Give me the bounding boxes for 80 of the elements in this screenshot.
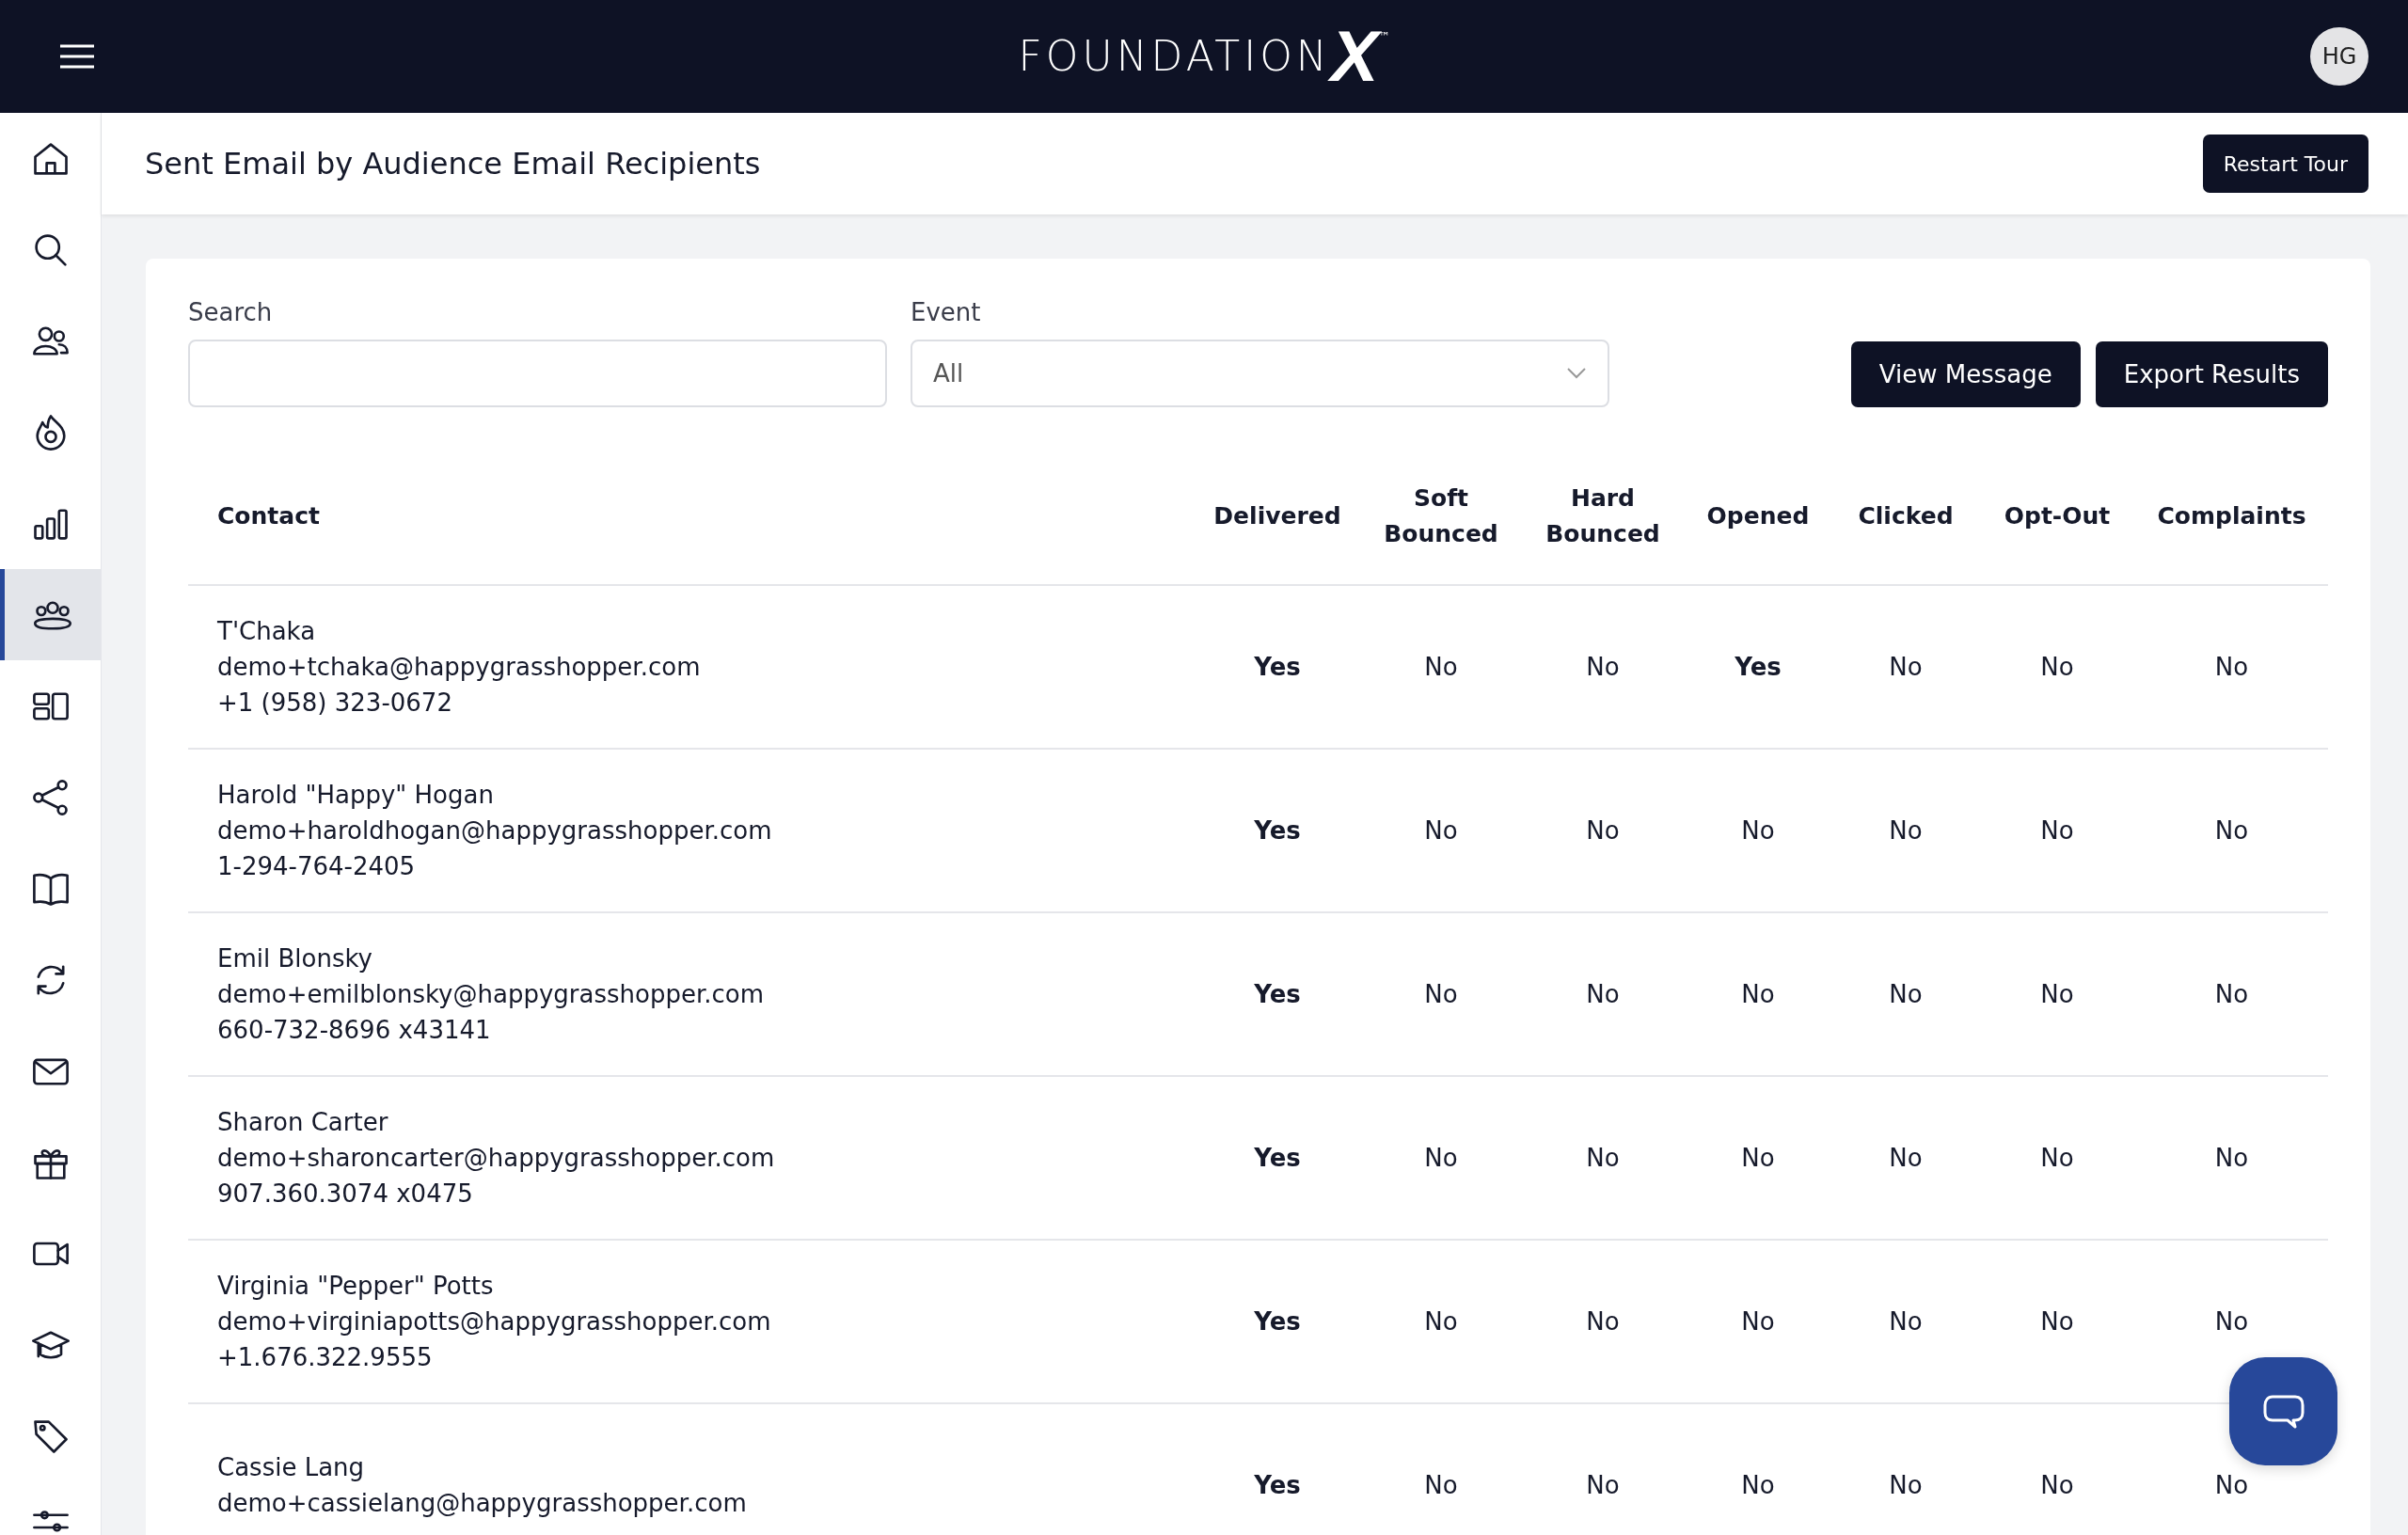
- table-cell-text: No: [1423, 1471, 1459, 1499]
- contact-name: Sharon Carter: [217, 1107, 389, 1138]
- action-button[interactable]: Export Results: [2095, 341, 2328, 407]
- contact-phone: +1 (958) 323-0672: [217, 688, 453, 719]
- contact-name: Cassie Lang: [217, 1452, 366, 1483]
- column-header: Opened: [1705, 501, 1811, 531]
- table-cell-text: No: [2039, 653, 2075, 681]
- table-cell-text: No: [1888, 1471, 1924, 1499]
- table-cell-text: No: [1740, 816, 1776, 845]
- column-header: Soft Bounced: [1383, 483, 1499, 549]
- contact-email: demo+haroldhogan@happygrasshopper.com: [217, 815, 773, 847]
- table-cell-text: No: [1740, 1471, 1776, 1499]
- contact-phone: 907.360.3074 x0475: [217, 1179, 474, 1210]
- contact-name: T'Chaka: [217, 616, 317, 647]
- column-header: Hard Bounced: [1545, 483, 1661, 549]
- table-cell-text: Yes: [1253, 1307, 1302, 1336]
- table-cell-text: No: [2213, 1307, 2250, 1336]
- table-cell-text: No: [2039, 1471, 2075, 1499]
- column-header: Opt-Out: [2003, 501, 2112, 531]
- contact-email: demo+sharoncarter@happygrasshopper.com: [217, 1143, 776, 1174]
- user-avatar[interactable]: HG: [2310, 27, 2368, 86]
- table-cell-text: No: [1888, 980, 1924, 1008]
- table-cell-text: No: [1740, 1144, 1776, 1172]
- event-dropdown[interactable]: All: [911, 340, 1609, 407]
- table-cell-text: No: [1740, 980, 1776, 1008]
- chevron-down-icon: [1566, 367, 1587, 380]
- column-header: Complaints: [2156, 501, 2307, 531]
- contact-phone: 660-732-8696 x43141: [217, 1015, 492, 1046]
- table-cell-text: No: [2213, 1471, 2250, 1499]
- restart-tour-button[interactable]: Restart Tour: [2202, 135, 2368, 193]
- table-cell-text: No: [1423, 1144, 1459, 1172]
- contact-email: demo+cassielang@happygrasshopper.com: [217, 1488, 748, 1519]
- action-button[interactable]: View Message: [1850, 341, 2081, 407]
- table-cell-text: No: [1585, 1471, 1621, 1499]
- table-cell-text: No: [1585, 1307, 1621, 1336]
- column-header: Contact: [216, 501, 321, 531]
- column-header: Delivered: [1212, 501, 1342, 531]
- table-cell-text: No: [1888, 1307, 1924, 1336]
- table-cell-text: Yes: [1253, 816, 1302, 845]
- field-label: Search: [188, 298, 274, 326]
- table-cell-text: No: [1585, 816, 1621, 845]
- contact-name: Harold "Happy" Hogan: [217, 780, 495, 811]
- contact-name: Virginia "Pepper" Potts: [217, 1271, 495, 1302]
- contact-phone: 1-294-764-2405: [217, 851, 417, 882]
- table-cell-text: Yes: [1253, 1471, 1302, 1499]
- column-header: Clicked: [1857, 501, 1955, 531]
- table-cell-text: No: [2213, 816, 2250, 845]
- table-cell-text: Yes: [1253, 980, 1302, 1008]
- contact-phone: +1.676.322.9555: [217, 1342, 434, 1373]
- contact-email: demo+tchaka@happygrasshopper.com: [217, 652, 702, 683]
- table-cell-text: No: [1585, 1144, 1621, 1172]
- table-cell-text: No: [2213, 1144, 2250, 1172]
- contact-name: Emil Blonsky: [217, 943, 373, 974]
- table-cell-text: No: [1888, 653, 1924, 681]
- table-cell-text: No: [1423, 980, 1459, 1008]
- logo: FOUNDATIONX™: [1018, 21, 1390, 92]
- page-title: Sent Email by Audience Email Recipients: [145, 146, 761, 182]
- table-cell-text: No: [2039, 980, 2075, 1008]
- table-cell-text: No: [2213, 653, 2250, 681]
- table-cell-text: No: [1585, 980, 1621, 1008]
- table-cell-text: Yes: [1253, 653, 1302, 681]
- contact-email: demo+emilblonsky@happygrasshopper.com: [217, 979, 765, 1010]
- table-cell-text: No: [2039, 816, 2075, 845]
- contact-email: demo+virginiapotts@happygrasshopper.com: [217, 1306, 772, 1337]
- search-field[interactable]: [188, 340, 887, 407]
- table-cell-text: Yes: [1253, 1144, 1302, 1172]
- table-cell-text: No: [1740, 1307, 1776, 1336]
- field-label: Event: [911, 298, 982, 326]
- table-cell-text: No: [1585, 653, 1621, 681]
- table-cell-text: No: [2039, 1144, 2075, 1172]
- table-cell-text: No: [1888, 1144, 1924, 1172]
- table-cell-text: No: [1888, 816, 1924, 845]
- table-cell-text: No: [2213, 980, 2250, 1008]
- table-cell-text: No: [1423, 653, 1459, 681]
- sidebar-item[interactable]: [0, 569, 101, 660]
- table-cell-text: No: [1423, 1307, 1459, 1336]
- table-cell-text: Yes: [1734, 653, 1782, 681]
- chat-button[interactable]: [2229, 1357, 2337, 1465]
- table-cell-text: No: [2039, 1307, 2075, 1336]
- table-cell-text: No: [1423, 816, 1459, 845]
